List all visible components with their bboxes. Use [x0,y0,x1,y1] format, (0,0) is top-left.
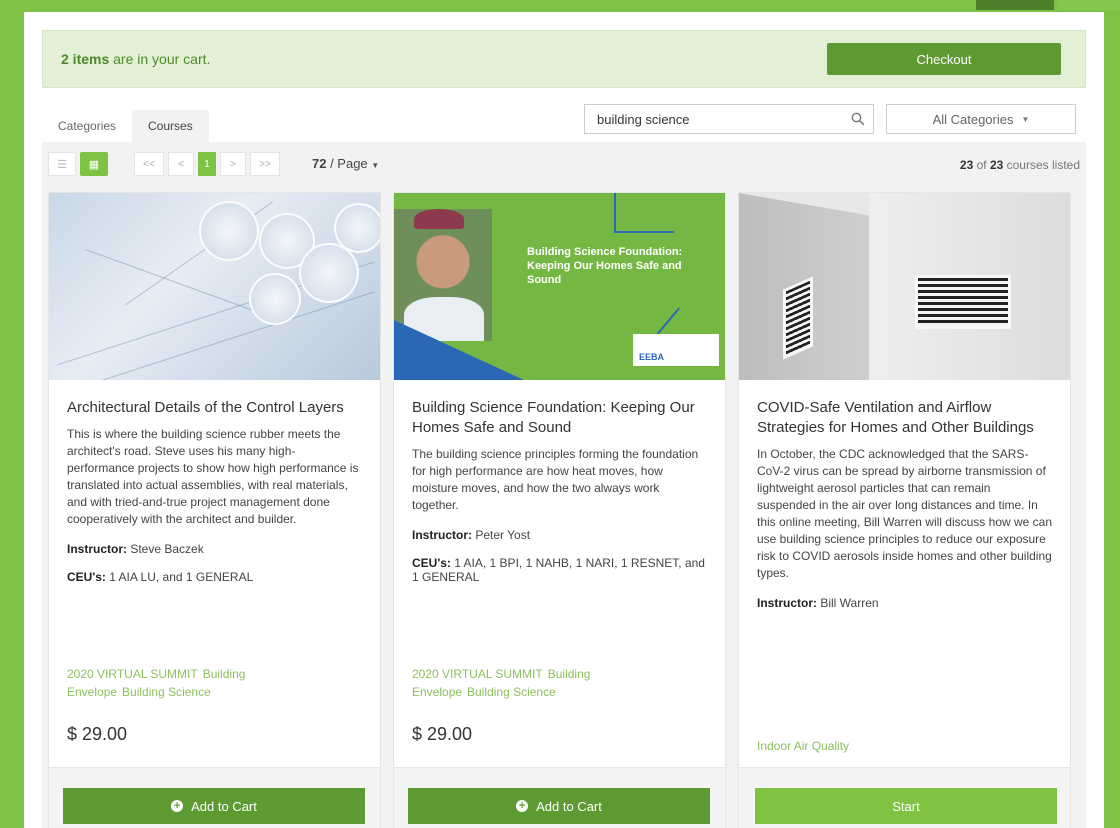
current-page-button[interactable]: 1 [198,152,216,176]
prev-page-button[interactable]: < [168,152,194,176]
course-tags: Indoor Air Quality [757,737,977,755]
course-thumbnail[interactable] [739,193,1070,380]
course-tag[interactable]: Indoor Air Quality [757,739,849,753]
ceu-label: CEU's: [412,556,451,570]
course-tag[interactable]: Building Science [122,685,211,699]
course-tag[interactable]: 2020 VIRTUAL SUMMIT [67,667,198,681]
course-catalog-frame: 2 items are in your cart. Checkout Categ… [24,12,1104,828]
category-select[interactable]: All Categories ▼ [886,104,1076,134]
thumbnail-title: Building Science Foundation: Keeping Our… [527,246,683,286]
list-view-button[interactable]: ☰ [48,152,76,176]
instructor-name: Steve Baczek [127,542,204,556]
course-tag[interactable]: 2020 VIRTUAL SUMMIT [412,667,543,681]
course-description: In October, the CDC acknowledged that th… [757,447,1053,580]
per-page-suffix: / Page [326,156,368,171]
instructor-label: Instructor: [67,542,127,556]
pagination: << < 1 > >> [134,152,284,176]
course-thumbnail[interactable]: Building Science Foundation: Keeping Our… [394,193,725,380]
instructor-label: Instructor: [412,528,472,542]
instructor-label: Instructor: [757,596,817,610]
next-page-button[interactable]: > [220,152,246,176]
count-total: 23 [989,158,1004,172]
count-shown: 23 [959,158,974,172]
cart-item-count: 2 items [61,51,110,67]
course-instructor: Instructor: Steve Baczek [67,542,362,556]
list-icon: ☰ [57,158,67,171]
course-list-area: ☰ ▦ << < 1 > >> 72 / Page ▼ 23 of 23 cou… [42,142,1086,828]
course-cards: Architectural Details of the Control Lay… [48,192,1080,828]
course-title[interactable]: COVID-Safe Ventilation and Airflow Strat… [757,398,1052,438]
search-box [584,104,874,134]
card-footer: + Add to Cart [49,767,380,828]
grid-view-button[interactable]: ▦ [80,152,108,176]
card-footer: Start [739,767,1070,828]
course-tag[interactable]: Building Science [467,685,556,699]
search-icon[interactable] [843,112,873,126]
first-page-button[interactable]: << [134,152,164,176]
course-count: 23 of 23 courses listed [960,158,1080,172]
cart-message-text: are in your cart. [109,51,211,67]
logo-text: EEBA [639,352,665,362]
top-nav-tabs [976,0,1120,10]
last-page-button[interactable]: >> [250,152,280,176]
course-description: This is where the building science rubbe… [67,427,359,526]
add-to-cart-button[interactable]: + Add to Cart [408,788,710,824]
add-to-cart-button[interactable]: + Add to Cart [63,788,365,824]
course-thumbnail[interactable] [49,193,380,380]
pager-row: ☰ ▦ << < 1 > >> 72 / Page ▼ 23 of 23 cou… [48,152,1080,188]
eeba-logo: EEBA [633,334,719,366]
course-description: The building science principles forming … [412,447,699,512]
tab-categories[interactable]: Categories [42,110,132,142]
course-price: $ 29.00 [67,724,128,744]
checkout-button[interactable]: Checkout [827,43,1061,75]
category-select-value: All Categories [932,111,1014,127]
instructor-name: Peter Yost [472,528,531,542]
course-ceu: CEU's: 1 AIA LU, and 1 GENERAL [67,570,362,584]
course-title[interactable]: Architectural Details of the Control Lay… [67,398,362,418]
course-title[interactable]: Building Science Foundation: Keeping Our… [412,398,707,438]
caret-down-icon: ▼ [1021,114,1030,124]
cart-summary-bar: 2 items are in your cart. Checkout [42,30,1086,88]
top-nav-tab[interactable] [976,0,1054,10]
course-tags: 2020 VIRTUAL SUMMIT Building Envelope Buil… [412,665,632,701]
catalog-tabs: Categories Courses [42,110,209,142]
button-label: Add to Cart [191,798,257,814]
catalog-controls: Categories Courses All Categories ▼ [42,102,1086,142]
cart-message: 2 items are in your cart. [61,51,210,67]
course-card: Building Science Foundation: Keeping Our… [393,192,726,828]
course-card: Architectural Details of the Control Lay… [48,192,381,828]
top-nav-tab[interactable] [1058,0,1120,10]
ceu-value: 1 AIA LU, and 1 GENERAL [105,570,254,584]
ceu-value: 1 AIA, 1 BPI, 1 NAHB, 1 NARI, 1 RESNET, … [412,556,705,584]
search-input[interactable] [585,111,843,127]
course-ceu: CEU's: 1 AIA, 1 BPI, 1 NAHB, 1 NARI, 1 R… [412,556,707,584]
instructor-name: Bill Warren [817,596,879,610]
ceu-label: CEU's: [67,570,106,584]
count-of: of [973,158,990,172]
count-suffix: courses listed [1003,158,1080,172]
card-footer: + Add to Cart [394,767,725,828]
plus-circle-icon: + [171,800,184,812]
course-price: $ 29.00 [412,724,473,744]
course-tags: 2020 VIRTUAL SUMMIT Building Envelope Buil… [67,665,287,701]
caret-down-icon: ▼ [371,161,380,170]
per-page-value: 72 [312,156,327,171]
button-label: Add to Cart [536,798,602,814]
tab-courses[interactable]: Courses [132,110,209,142]
course-instructor: Instructor: Peter Yost [412,528,707,542]
course-instructor: Instructor: Bill Warren [757,596,1052,610]
course-card: COVID-Safe Ventilation and Airflow Strat… [738,192,1071,828]
grid-icon: ▦ [88,158,100,171]
start-button[interactable]: Start [755,788,1057,824]
per-page-select[interactable]: 72 / Page ▼ [312,156,379,171]
plus-circle-icon: + [516,800,529,812]
